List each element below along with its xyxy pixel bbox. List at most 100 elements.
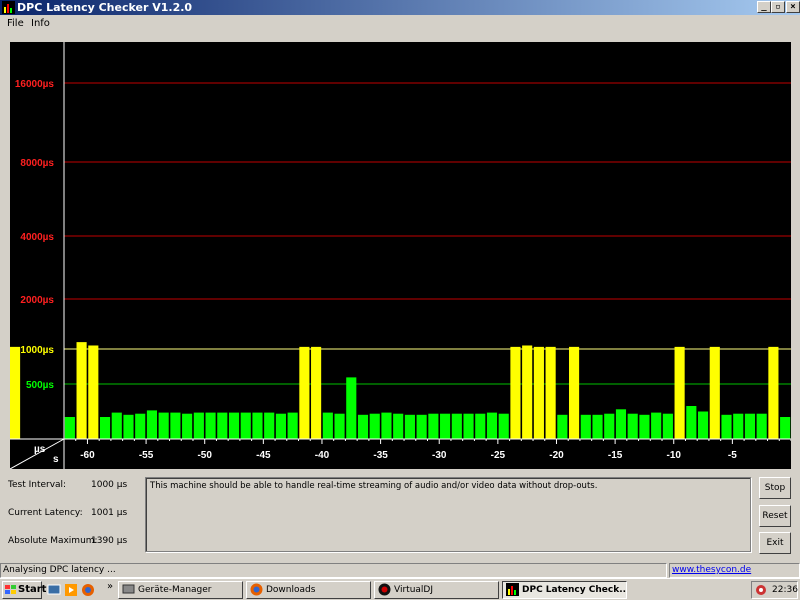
bar — [275, 413, 286, 439]
close-icon: × — [790, 2, 796, 12]
status-bar: Analysing DPC latency ... www.thesycon.d… — [0, 563, 800, 578]
tray-app-icon[interactable] — [755, 584, 767, 596]
maximize-button[interactable]: ▫ — [771, 1, 785, 13]
message-box: This machine should be able to handle re… — [145, 477, 751, 552]
x-tick-label: -30 — [432, 450, 447, 461]
clock: 22:36 — [772, 585, 798, 595]
bar — [592, 414, 603, 439]
title-bar[interactable]: DPC Latency Checker V1.2.0 _ ▫ × — [0, 0, 800, 15]
task-label: Downloads — [266, 585, 316, 595]
show-desktop-icon[interactable] — [47, 583, 61, 597]
bar — [780, 417, 791, 439]
bar — [64, 417, 75, 439]
bar — [440, 413, 451, 439]
menu-bar: File Info — [0, 15, 800, 33]
bar — [697, 411, 709, 439]
bar — [463, 413, 474, 439]
bar — [580, 414, 591, 439]
app-icon — [2, 1, 15, 14]
y-tick-label: 500µs — [26, 380, 54, 391]
reset-button[interactable]: Reset — [759, 505, 791, 527]
bar — [475, 413, 486, 439]
app-icon — [506, 583, 519, 596]
bar — [170, 412, 181, 439]
bar — [615, 409, 627, 439]
bar — [287, 412, 298, 439]
bar — [744, 413, 756, 439]
app-window: DPC Latency Checker V1.2.0 _ ▫ × File In… — [0, 0, 800, 578]
bar — [510, 346, 521, 439]
quicklaunch-overflow-icon[interactable]: » — [107, 581, 113, 592]
bar — [334, 413, 345, 439]
task-virtualdj[interactable]: VirtualDJ — [374, 581, 499, 599]
bar — [721, 414, 732, 439]
bar — [123, 414, 134, 439]
bar — [416, 414, 427, 439]
absolute-max-value: 1390 µs — [91, 536, 128, 546]
bar — [686, 406, 697, 439]
virtualdj-icon — [378, 583, 391, 596]
task-downloads[interactable]: Downloads — [246, 581, 371, 599]
menu-info[interactable]: Info — [31, 18, 50, 29]
bar — [604, 413, 615, 439]
bar — [252, 412, 263, 439]
x-tick-label: -45 — [256, 450, 271, 461]
bar — [393, 413, 404, 439]
exit-button[interactable]: Exit — [759, 532, 791, 554]
x-tick-label: -35 — [373, 450, 388, 461]
task-label: DPC Latency Check... — [522, 585, 627, 595]
latency-chart: 16000µs 8000µs 4000µs 2000µs 1000µs 500µs µs s -… — [10, 42, 791, 469]
message-text: This machine should be able to handle re… — [150, 481, 598, 491]
system-tray: 22:36 — [751, 581, 798, 599]
bar — [709, 346, 720, 439]
start-button[interactable]: Start — [2, 581, 46, 599]
window-title: DPC Latency Checker V1.2.0 — [17, 1, 193, 14]
stop-button[interactable]: Stop — [759, 477, 791, 499]
website-link[interactable]: www.thesycon.de — [672, 565, 751, 575]
firefox-icon[interactable] — [81, 583, 95, 597]
x-tick-label: -55 — [139, 450, 154, 461]
task-dpc-latency-checker[interactable]: DPC Latency Check... — [502, 581, 627, 599]
bar — [346, 377, 357, 439]
bar — [557, 414, 568, 439]
y-tick-label: 1000µs — [20, 345, 54, 356]
bar — [451, 413, 462, 439]
media-player-icon[interactable] — [64, 583, 78, 597]
bar — [76, 342, 87, 439]
bar — [158, 412, 169, 439]
bar — [146, 410, 158, 439]
close-button[interactable]: × — [786, 1, 800, 13]
bar — [228, 412, 240, 439]
task-device-manager[interactable]: Geräte-Manager — [118, 581, 243, 599]
x-tick-label: -15 — [608, 450, 623, 461]
bar — [651, 412, 662, 439]
x-tick-label: -10 — [667, 450, 682, 461]
bar — [111, 412, 122, 439]
minimize-icon: _ — [761, 2, 767, 12]
bar — [756, 413, 767, 439]
y-tick-label: 8000µs — [20, 158, 54, 169]
bar — [135, 413, 146, 439]
y-tick-label: 2000µs — [20, 295, 54, 306]
menu-file[interactable]: File — [7, 18, 24, 29]
status-text: Analysing DPC latency ... — [0, 563, 667, 578]
current-latency-value: 1001 µs — [91, 508, 128, 518]
x-tick-label: -60 — [80, 450, 95, 461]
windows-logo-icon — [5, 585, 16, 594]
y-tick-label: 16000µs — [15, 79, 55, 90]
restore-icon: ▫ — [775, 2, 781, 12]
bar — [99, 417, 111, 439]
bar — [10, 346, 21, 439]
minimize-button[interactable]: _ — [757, 1, 771, 13]
bar — [182, 413, 193, 439]
bar — [545, 346, 556, 439]
x-tick-label: -5 — [728, 450, 737, 461]
bar — [428, 413, 439, 439]
bar — [299, 346, 310, 439]
y-tick-label: 4000µs — [20, 232, 54, 243]
test-interval-value: 1000 µs — [91, 480, 128, 490]
bar — [264, 412, 275, 439]
x-tick-label: -25 — [491, 450, 506, 461]
bar — [627, 413, 638, 439]
bar — [662, 413, 673, 439]
